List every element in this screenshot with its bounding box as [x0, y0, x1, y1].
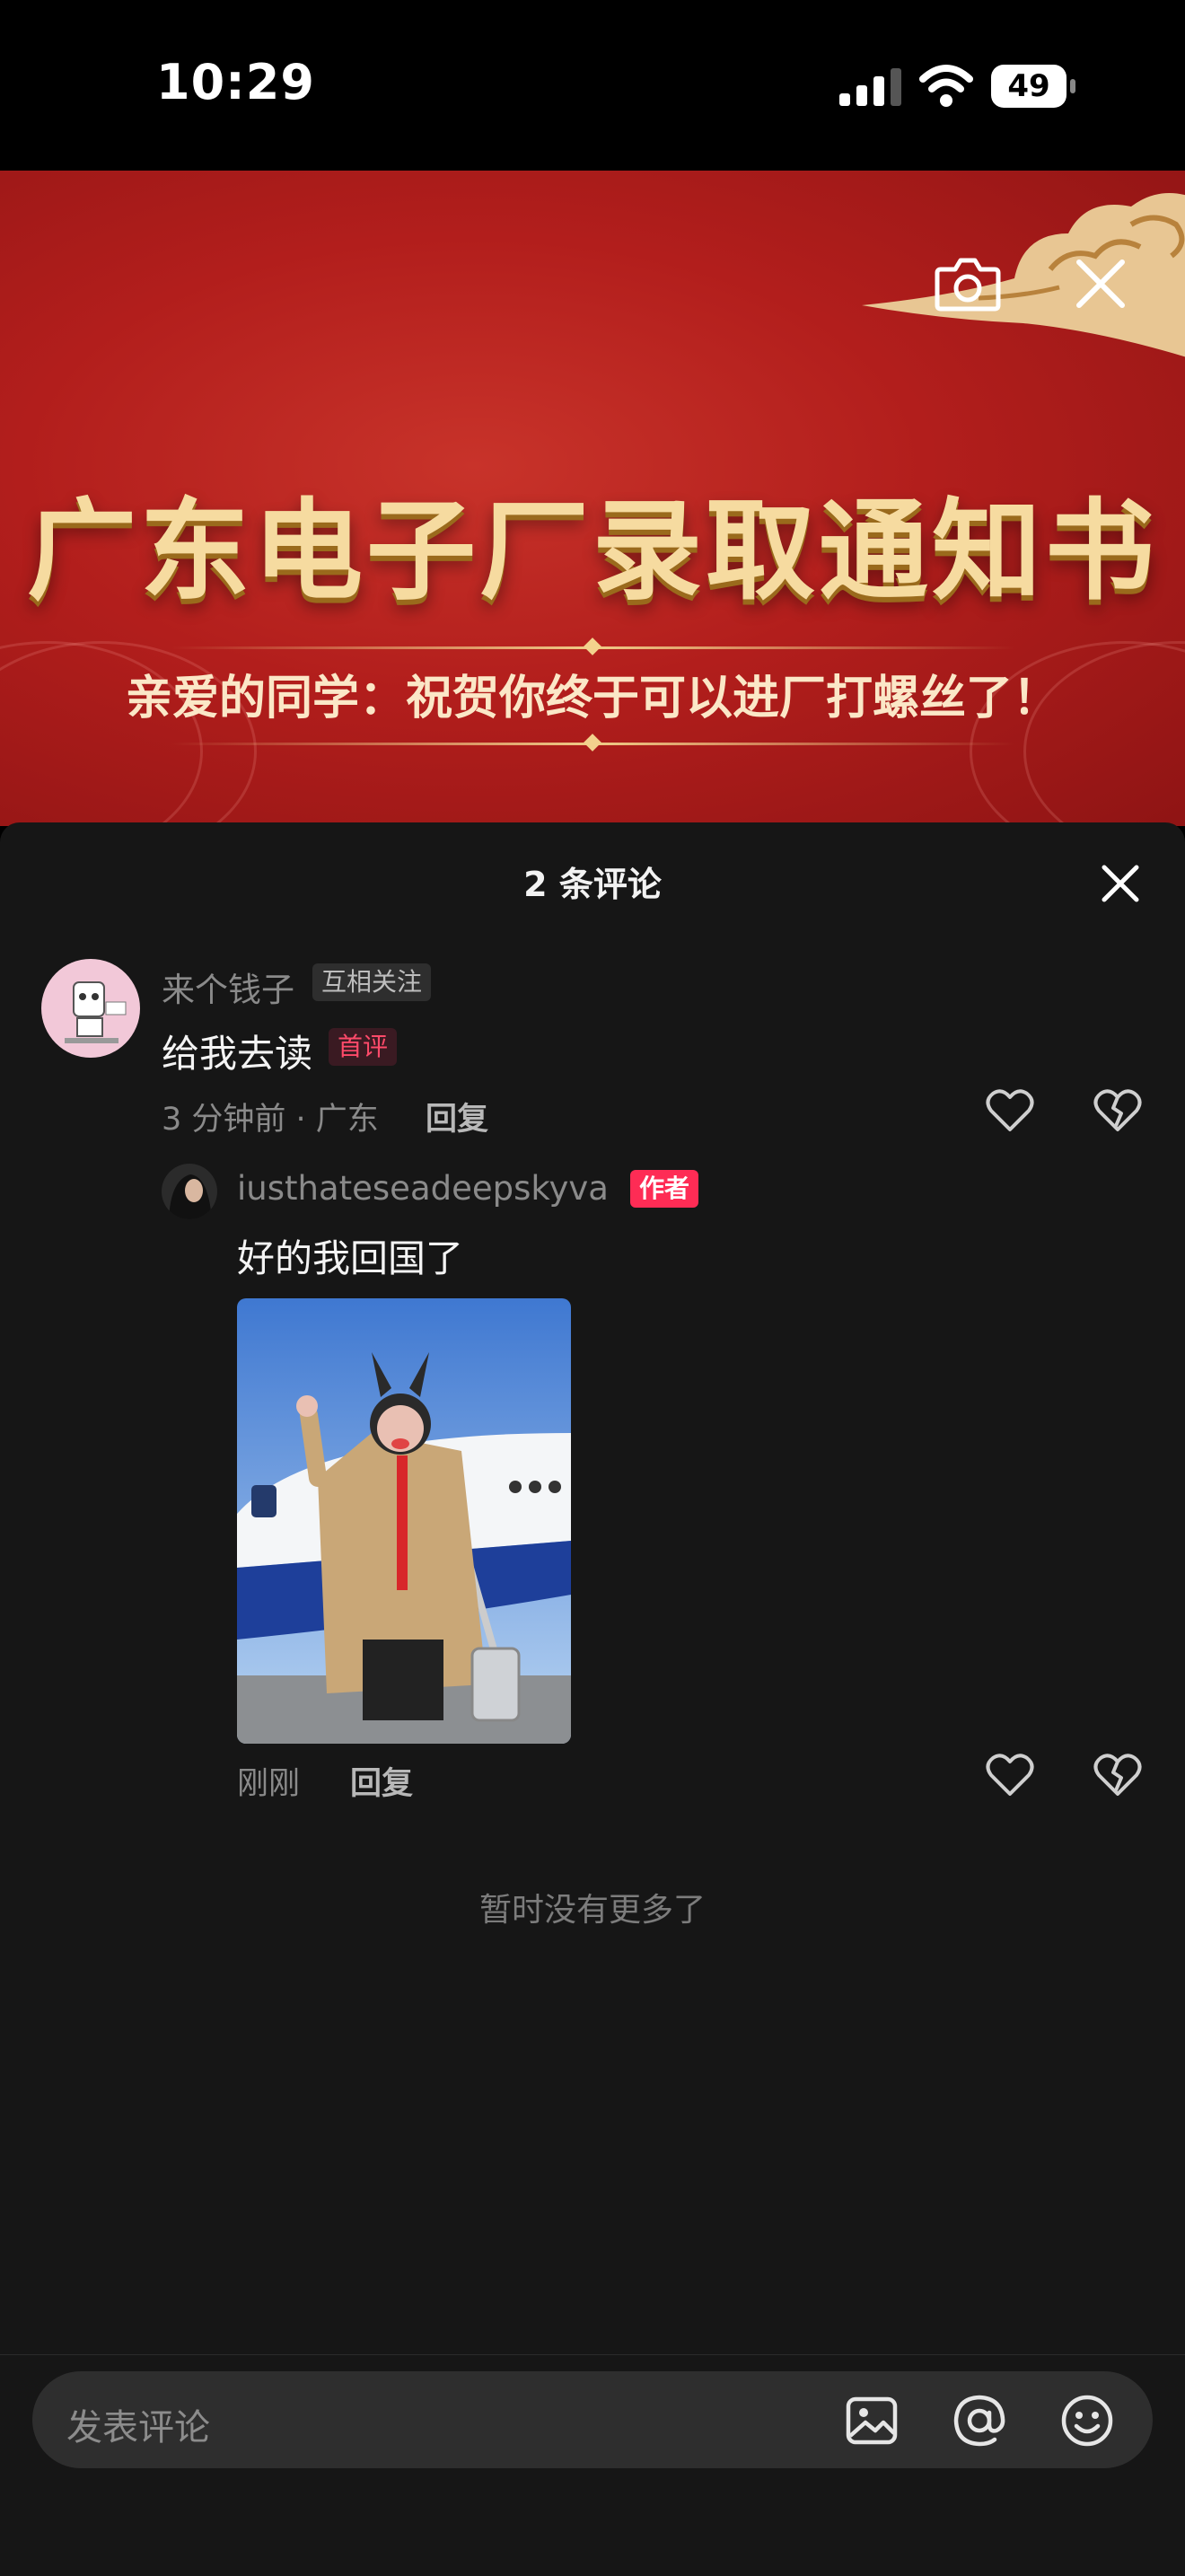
- close-icon[interactable]: [1097, 860, 1144, 907]
- comment-input[interactable]: 发表评论: [32, 2371, 1153, 2468]
- comment-input-placeholder[interactable]: 发表评论: [66, 2398, 210, 2450]
- reply-meta: 刚刚: [237, 1766, 301, 1802]
- avatar[interactable]: [162, 1164, 217, 1219]
- broken-heart-icon[interactable]: [1093, 1753, 1142, 1798]
- banner-subtitle: 亲爱的同学：祝贺你终于可以进厂打螺丝了！: [125, 672, 1059, 725]
- battery-level: 49: [991, 65, 1066, 108]
- reply-button[interactable]: 回复: [350, 1758, 413, 1804]
- camera-icon[interactable]: [934, 253, 1002, 312]
- status-bar: 10:29 49: [0, 0, 1185, 171]
- banner-title: 广东电子厂录取通知书: [27, 488, 1158, 615]
- comment-meta: 3 分钟前 · 广东: [162, 1102, 379, 1138]
- reply-username[interactable]: iusthateseadeepskyva: [237, 1169, 609, 1208]
- emoji-icon[interactable]: [1059, 2393, 1115, 2449]
- wifi-icon: [919, 65, 973, 107]
- heart-icon[interactable]: [986, 1088, 1034, 1133]
- status-time: 10:29: [156, 54, 315, 110]
- avatar[interactable]: [41, 959, 140, 1058]
- no-more-comments-text: 暂时没有更多了: [478, 1892, 706, 1929]
- admission-banner-image: 广东电子厂录取通知书 亲爱的同学：祝贺你终于可以进厂打螺丝了！: [0, 171, 1185, 826]
- reply-button[interactable]: 回复: [426, 1094, 488, 1139]
- close-icon[interactable]: [1074, 257, 1128, 311]
- signal-icon: [839, 68, 901, 106]
- reply-text[interactable]: 好的我回国了: [237, 1228, 463, 1283]
- airplane-photo-image: [237, 1298, 571, 1744]
- avatar-cartoon-icon: [65, 981, 127, 1043]
- broken-heart-icon[interactable]: [1093, 1088, 1142, 1133]
- mutual-follow-tag: 互相关注: [312, 963, 432, 1001]
- comment-input-bar: 发表评论: [0, 2354, 1185, 2576]
- comment-username[interactable]: 来个钱子: [162, 963, 294, 1011]
- comments-sheet: 2 条评论: [0, 822, 1185, 2575]
- comment-text[interactable]: 给我去读: [162, 1024, 312, 1078]
- comments-count-title: 2 条评论: [523, 865, 662, 904]
- reply-photo[interactable]: [237, 1298, 571, 1744]
- heart-icon[interactable]: [986, 1753, 1034, 1798]
- avatar-portrait-icon: [169, 1174, 212, 1219]
- at-icon[interactable]: [952, 2393, 1007, 2449]
- image-icon[interactable]: [844, 2393, 900, 2449]
- battery-indicator: 49: [991, 65, 1077, 108]
- cloud-decoration: [862, 193, 1185, 357]
- author-badge: 作者: [630, 1170, 699, 1208]
- first-comment-badge: 首评: [329, 1028, 398, 1066]
